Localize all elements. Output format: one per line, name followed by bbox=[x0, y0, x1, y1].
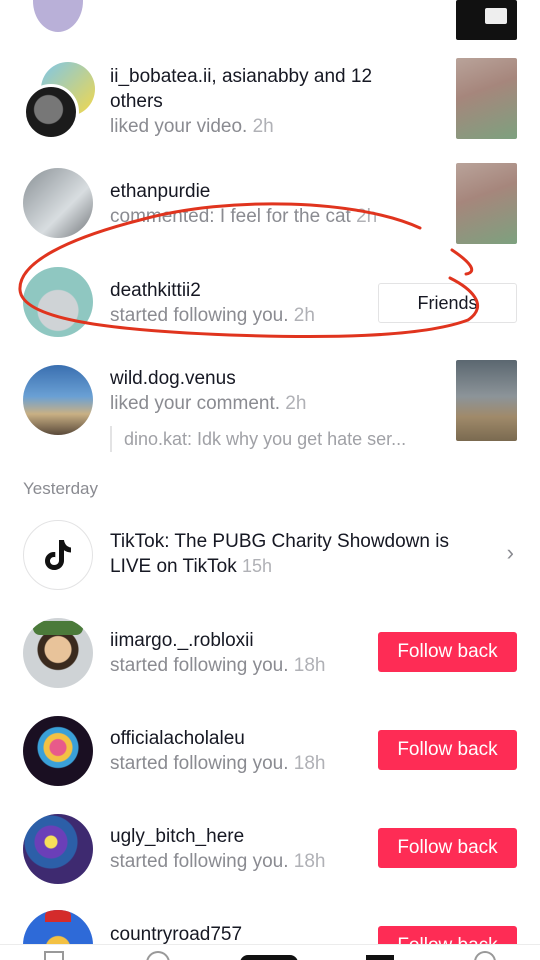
friends-button[interactable]: Friends bbox=[378, 283, 517, 323]
timestamp: 2h bbox=[252, 116, 274, 137]
notification-text: wild.dog.venus liked your comment. 2h bbox=[110, 366, 440, 416]
video-thumbnail[interactable] bbox=[456, 58, 517, 139]
timestamp: 2h bbox=[293, 305, 315, 326]
tiktok-logo-avatar bbox=[23, 520, 93, 590]
avatar[interactable] bbox=[23, 618, 93, 688]
follower-row[interactable]: officialacholaleu started following you.… bbox=[0, 714, 540, 788]
partial-top-row bbox=[0, 0, 540, 40]
avatar[interactable] bbox=[23, 365, 93, 435]
video-thumbnail[interactable] bbox=[456, 163, 517, 244]
timestamp: 2h bbox=[356, 206, 378, 227]
follow-back-button[interactable]: Follow back bbox=[378, 828, 517, 868]
action-text: commented: I feel for the cat bbox=[110, 206, 351, 227]
discover-icon[interactable] bbox=[146, 951, 170, 960]
brand-name: TikTok bbox=[110, 531, 165, 552]
system-notification-row[interactable]: TikTok: The PUBG Charity Showdown is LIV… bbox=[0, 518, 540, 592]
timestamp: 18h bbox=[293, 753, 326, 774]
action-text: liked your comment. bbox=[110, 393, 281, 414]
avatar[interactable] bbox=[23, 267, 93, 337]
inbox-icon[interactable] bbox=[366, 955, 394, 960]
action-text: started following you. bbox=[110, 753, 289, 774]
action-text: started following you. bbox=[110, 305, 289, 326]
username-others: , asianabby and bbox=[211, 66, 351, 87]
follow-back-button[interactable]: Follow back bbox=[378, 632, 517, 672]
notification-text: ii_bobatea.ii, asianabby and 12 others l… bbox=[110, 64, 440, 139]
avatar bbox=[23, 84, 79, 140]
username[interactable]: ii_bobatea.ii bbox=[110, 66, 211, 87]
avatar bbox=[33, 0, 83, 32]
timestamp: 15h bbox=[242, 556, 273, 576]
follower-row[interactable]: iimargo._.robloxii started following you… bbox=[0, 616, 540, 690]
others-label: others bbox=[110, 91, 163, 112]
avatar[interactable] bbox=[23, 716, 93, 786]
message-line1: : The PUBG Charity Showdown is bbox=[164, 531, 449, 552]
comment-quote[interactable]: dino.kat: Idk why you get hate ser... bbox=[110, 426, 406, 452]
action-text: started following you. bbox=[110, 851, 289, 872]
white-mark bbox=[485, 8, 507, 24]
message-line2: LIVE on TikTok bbox=[110, 556, 237, 577]
timestamp: 18h bbox=[293, 655, 326, 676]
follow-back-button[interactable]: Follow back bbox=[378, 730, 517, 770]
action-text: started following you. bbox=[110, 655, 289, 676]
video-thumbnail[interactable] bbox=[456, 360, 517, 441]
follower-row[interactable]: ugly_bitch_here started following you. 1… bbox=[0, 812, 540, 886]
notification-row-comment[interactable]: ethanpurdie commented: I feel for the ca… bbox=[0, 163, 540, 247]
section-label-yesterday: Yesterday bbox=[23, 479, 98, 498]
username[interactable]: wild.dog.venus bbox=[110, 366, 440, 391]
tiktok-icon bbox=[45, 540, 71, 570]
bottom-navigation-bar bbox=[0, 944, 540, 960]
username[interactable]: ethanpurdie bbox=[110, 179, 440, 204]
notification-text: ethanpurdie commented: I feel for the ca… bbox=[110, 179, 440, 229]
group-avatar[interactable] bbox=[23, 62, 99, 142]
notification-text: TikTok: The PUBG Charity Showdown is LIV… bbox=[110, 529, 470, 579]
avatar[interactable] bbox=[23, 814, 93, 884]
action-text: liked your video. bbox=[110, 116, 248, 137]
timestamp: 18h bbox=[293, 851, 326, 872]
profile-icon[interactable] bbox=[474, 951, 496, 960]
video-thumbnail[interactable] bbox=[456, 0, 517, 40]
notification-row-likes[interactable]: ii_bobatea.ii, asianabby and 12 others l… bbox=[0, 58, 540, 148]
count: 12 bbox=[350, 66, 373, 87]
create-button[interactable] bbox=[240, 955, 298, 960]
timestamp: 2h bbox=[285, 393, 307, 414]
home-icon[interactable] bbox=[44, 951, 64, 960]
chevron-right-icon[interactable]: › bbox=[507, 540, 514, 566]
avatar[interactable] bbox=[23, 168, 93, 238]
notification-row-follow[interactable]: deathkittii2 started following you. 2h F… bbox=[0, 262, 540, 346]
